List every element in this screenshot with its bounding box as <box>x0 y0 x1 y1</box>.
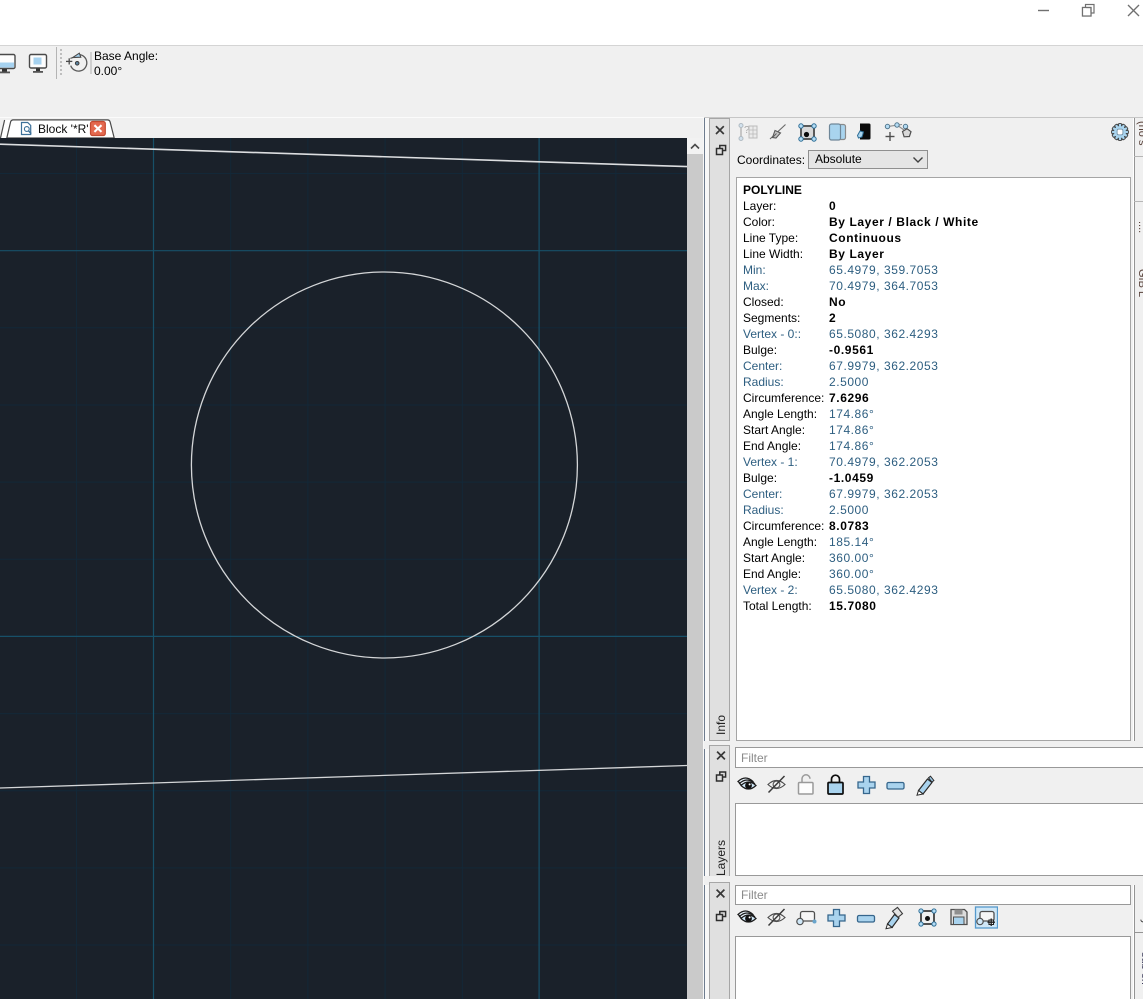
svg-text:Layers: Layers <box>714 840 728 876</box>
svg-text:Info: Info <box>714 715 728 735</box>
